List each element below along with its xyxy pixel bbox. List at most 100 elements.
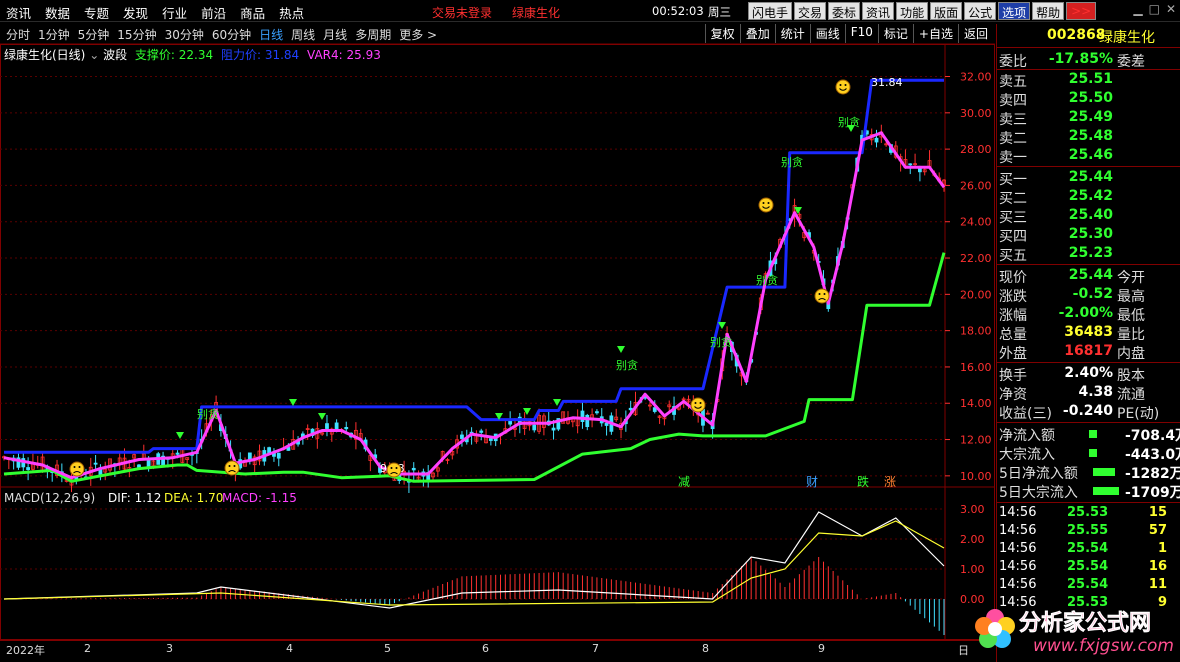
candle-body xyxy=(628,407,633,411)
toolbar-button[interactable]: 闪电手 xyxy=(748,2,793,20)
kline-chart[interactable]: 32.00 30.00 28.00 26.00 24.00 22.00 20.00 18.00… xyxy=(0,44,995,640)
flow-bar xyxy=(1089,449,1097,457)
toolbar-button[interactable]: 功能 xyxy=(896,2,929,20)
ask-row: 卖二 25.48 xyxy=(997,128,1180,147)
menu-item[interactable]: 前沿 xyxy=(201,3,226,22)
chart-tool-button[interactable]: 标记 xyxy=(877,24,913,43)
axis-day-label: 日 xyxy=(958,644,969,657)
chart-tool-button[interactable]: 画线 xyxy=(809,24,845,43)
candle-body xyxy=(532,424,537,431)
event-label-drop: 跌 xyxy=(857,474,869,489)
flow-row: 净流入额 -708.4万 xyxy=(997,425,1180,444)
candle-body xyxy=(26,467,31,470)
face-eye xyxy=(390,467,393,469)
flow-bar xyxy=(1093,487,1119,495)
period-tab[interactable]: 15分钟 xyxy=(117,26,156,43)
close-icon[interactable]: ✕ xyxy=(1166,2,1176,16)
chart-tool-button[interactable]: F10 xyxy=(844,24,878,43)
tick-volume: 1 xyxy=(1157,541,1167,556)
face-circle xyxy=(224,460,240,476)
minimize-icon[interactable]: ▁ xyxy=(1133,2,1142,16)
toolbar-button[interactable]: 资讯 xyxy=(862,2,895,20)
resist-line xyxy=(4,78,944,454)
period-tab[interactable]: 30分钟 xyxy=(165,26,204,43)
signal-label: 别贪 xyxy=(756,273,778,287)
flow-bar xyxy=(1089,430,1097,438)
period-tab[interactable]: 5分钟 xyxy=(78,26,110,43)
stat-row: 涨幅 -2.00% 最低 xyxy=(997,305,1180,324)
signal-label: 别贪 xyxy=(197,407,219,421)
toolbar-button[interactable]: 交易 xyxy=(794,2,827,20)
menu-item[interactable]: 资讯 xyxy=(6,3,31,22)
y-tick-label: 12.00 xyxy=(960,434,992,447)
period-tab[interactable]: 月线 xyxy=(323,26,347,43)
face-circle xyxy=(758,197,774,213)
period-tab[interactable]: 分时 xyxy=(6,26,30,43)
watermark: 分析家公式网 www.fxjgsw.com xyxy=(975,609,1174,656)
menu-item[interactable]: 专题 xyxy=(84,3,109,22)
flow-row: 5日大宗流入 -1709万 xyxy=(997,482,1180,501)
bid-row: 买二 25.42 xyxy=(997,188,1180,207)
menu-item[interactable]: 商品 xyxy=(240,3,265,22)
y-tick-label: 18.00 xyxy=(960,325,992,338)
face-eye xyxy=(762,202,765,204)
period-tab[interactable]: 日线 xyxy=(259,26,283,43)
y-tick-label: 32.00 xyxy=(960,71,992,84)
row-value: 25.42 xyxy=(1068,188,1113,204)
tick-row: 14:56 25.54 1 xyxy=(997,541,1180,560)
chart-tool-button[interactable]: 统计 xyxy=(774,24,810,43)
y-tick-label: 24.00 xyxy=(960,216,992,229)
row-label: 买五 xyxy=(999,248,1027,264)
bid-row: 买五 25.23 xyxy=(997,245,1180,264)
row-extra-label: 流通 xyxy=(1117,387,1145,403)
menu-item[interactable]: 热点 xyxy=(279,3,304,22)
chart-tool-button[interactable]: 叠加 xyxy=(739,24,775,43)
chart-tool-button[interactable]: +自选 xyxy=(912,24,958,43)
period-tab[interactable]: 1分钟 xyxy=(38,26,70,43)
y-tick-label: 30.00 xyxy=(960,107,992,120)
face-circle xyxy=(69,461,85,477)
candle-body xyxy=(508,421,513,425)
toolbar-button[interactable]: 公式 xyxy=(964,2,997,20)
toolbar-button[interactable]: >> xyxy=(1066,2,1097,20)
row-label: 买三 xyxy=(999,210,1027,226)
menu-item[interactable]: 行业 xyxy=(162,3,187,22)
toolbar-button[interactable]: 选项 xyxy=(998,2,1031,20)
chart-tool-button[interactable]: 复权 xyxy=(704,24,740,43)
row-label: 现价 xyxy=(999,270,1027,286)
period-tab[interactable]: 60分钟 xyxy=(212,26,251,43)
period-tab[interactable]: 更多 > xyxy=(399,26,437,43)
toolbar: 闪电手 交易 委标 资讯 功能 版面 公式 选项 帮助 >> xyxy=(748,2,1098,20)
chart-tool-button[interactable]: 返回 xyxy=(957,24,993,43)
tick-row: 14:56 25.54 11 xyxy=(997,577,1180,596)
row-label: 卖一 xyxy=(999,150,1027,166)
top-menu-bar: 资讯 数据 专题 发现 行业 前沿 商品 热点 交易未登录 绿康生化 00:52:03 周三 … xyxy=(0,0,1180,22)
flow-bar xyxy=(1093,468,1115,476)
y-tick-label: 14.00 xyxy=(960,397,992,410)
bid-row: 买三 25.40 xyxy=(997,207,1180,226)
toolbar-button[interactable]: 委标 xyxy=(828,2,861,20)
row-label: 买二 xyxy=(999,191,1027,207)
candle-body xyxy=(488,438,493,441)
period-tab[interactable]: 多周期 xyxy=(355,26,391,43)
x-axis-label: 6 xyxy=(482,642,489,655)
face-eye xyxy=(228,465,231,467)
toolbar-button[interactable]: 帮助 xyxy=(1032,2,1065,20)
tick-volume: 16 xyxy=(1148,559,1167,574)
candle-body xyxy=(908,163,913,166)
period-bar: 分时 1分钟 5分钟 15分钟 30分钟 60分钟 日线 周线 月线 多周期 更多 > 复权 叠加 统计… xyxy=(0,24,995,44)
candle-body xyxy=(604,422,609,426)
time-axis: 2022年 2 3 4 5 6 7 8 9 日 xyxy=(0,640,995,662)
flow-value: -708.4万 xyxy=(1125,428,1180,444)
chart-tools: 复权 叠加 统计 画线 F10 标记 +自选 返回 xyxy=(704,24,993,43)
row-value: -2.00% xyxy=(1058,305,1113,321)
y-tick-label: 10.00 xyxy=(960,470,992,483)
face-circle xyxy=(835,79,851,95)
menu-item[interactable]: 发现 xyxy=(123,3,148,22)
login-status[interactable]: 交易未登录 xyxy=(432,4,492,21)
toolbar-button[interactable]: 版面 xyxy=(930,2,963,20)
row-value: 36483 xyxy=(1064,324,1113,340)
period-tab[interactable]: 周线 xyxy=(291,26,315,43)
menu-item[interactable]: 数据 xyxy=(45,3,70,22)
maximize-icon[interactable]: □ xyxy=(1149,2,1160,16)
